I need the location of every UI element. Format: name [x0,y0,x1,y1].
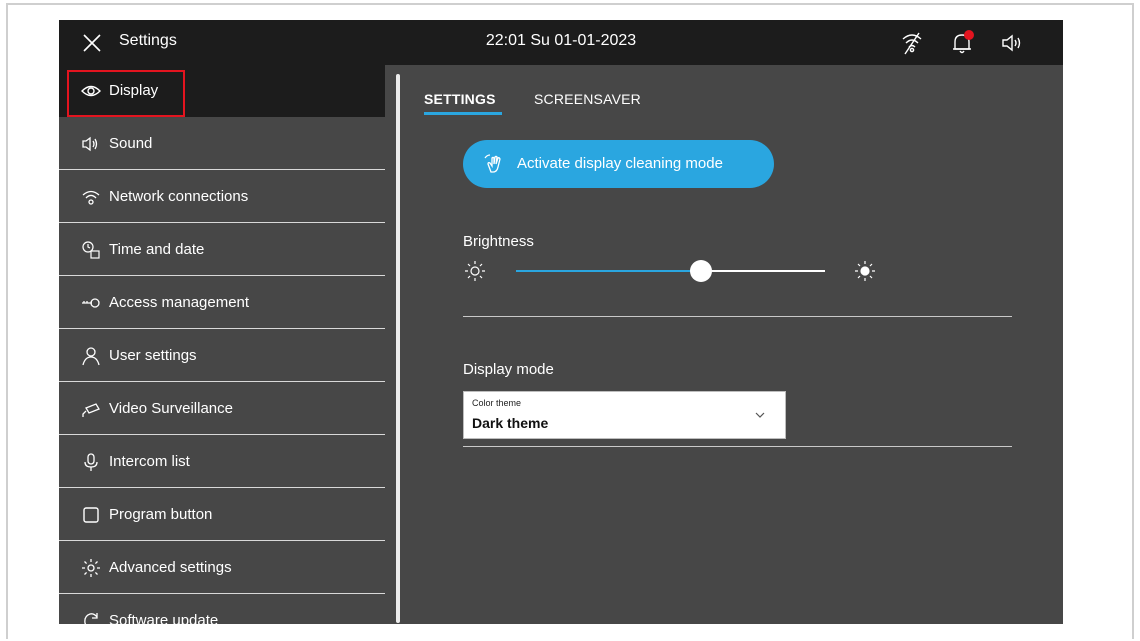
active-tab-indicator [424,112,502,115]
user-icon [81,346,101,366]
sidebar-item-label: Advanced settings [109,559,232,576]
brightness-high-icon [853,259,877,283]
microphone-icon [81,452,101,472]
section-divider [463,446,1012,447]
chevron-down-icon [754,408,766,420]
color-theme-caption: Color theme [472,398,522,408]
bell-notification-icon[interactable] [949,30,975,56]
sidebar-item-program-button[interactable]: Program button [59,489,385,541]
sidebar-scrollbar[interactable] [396,74,400,623]
sidebar-item-network[interactable]: Network connections [59,171,385,223]
tab-screensaver[interactable]: SCREENSAVER [534,91,641,107]
sidebar-item-label: Time and date [109,241,205,258]
sidebar-item-label: Video Surveillance [109,400,233,417]
speaker-icon [81,134,101,154]
key-icon [81,293,101,313]
sidebar-item-advanced[interactable]: Advanced settings [59,542,385,594]
settings-sidebar: Display Sound Network connections Time a… [59,65,390,624]
display-settings-panel: SETTINGS SCREENSAVER Activate display cl… [404,65,1063,624]
brightness-slider[interactable] [516,260,825,282]
color-theme-select[interactable]: Color theme Dark theme [463,391,786,439]
brightness-label: Brightness [463,233,534,250]
wifi-off-icon[interactable] [899,30,925,56]
wifi-icon [81,187,101,207]
cleaning-button-label: Activate display cleaning mode [517,155,723,172]
brightness-slider-fill [516,270,702,272]
hand-wipe-icon [483,152,507,176]
color-theme-value: Dark theme [472,415,549,431]
section-divider [463,316,1012,317]
sidebar-item-label: Program button [109,506,213,523]
clock-calendar-icon [81,240,101,260]
highlight-annotation [67,70,185,117]
sidebar-item-label: Software update [109,612,219,624]
activate-cleaning-mode-button[interactable]: Activate display cleaning mode [463,140,774,188]
device-screen: Settings 22:01 Su 01-01-2023 Display Sou… [59,20,1063,624]
sidebar-item-label: Network connections [109,188,249,205]
sidebar-item-label: Intercom list [109,453,190,470]
sidebar-item-intercom[interactable]: Intercom list [59,436,385,488]
sidebar-item-software-update[interactable]: Software update [59,595,385,624]
tab-settings[interactable]: SETTINGS [424,91,496,107]
square-icon [81,505,101,525]
sidebar-item-label: User settings [109,347,197,364]
display-mode-label: Display mode [463,361,554,378]
camera-icon [81,399,101,419]
sidebar-item-label: Access management [109,294,250,311]
sidebar-item-video[interactable]: Video Surveillance [59,383,385,435]
gear-icon [81,558,101,578]
speaker-icon[interactable] [999,30,1025,56]
brightness-low-icon [463,259,487,283]
sidebar-item-label: Sound [109,135,153,152]
sidebar-item-time-date[interactable]: Time and date [59,224,385,276]
top-bar: Settings 22:01 Su 01-01-2023 [59,20,1063,65]
sidebar-item-access[interactable]: Access management [59,277,385,329]
brightness-slider-thumb[interactable] [690,260,713,282]
refresh-icon [81,611,101,624]
sidebar-item-user-settings[interactable]: User settings [59,330,385,382]
sidebar-item-sound[interactable]: Sound [59,118,385,170]
